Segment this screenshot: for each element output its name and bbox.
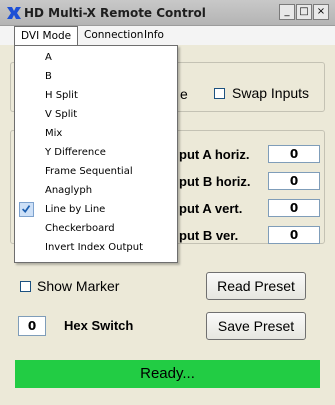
swap-inputs-label: Swap Inputs <box>232 85 310 101</box>
menu-info[interactable]: Info <box>138 26 170 45</box>
dvi-mode-item-line-by-line-label: Line by Line <box>45 204 106 215</box>
hex-switch-input[interactable]: 0 <box>18 316 46 336</box>
maximize-button[interactable]: □ <box>296 4 312 20</box>
menu-bar: DVI Mode Connection Info <box>0 26 335 46</box>
dvi-mode-item-line-by-line[interactable]: Line by Line <box>15 200 177 219</box>
dvi-mode-item-anaglyph[interactable]: Anaglyph <box>15 181 177 200</box>
dvi-mode-item-a[interactable]: A <box>15 48 177 67</box>
checkmark-icon <box>19 202 34 217</box>
dvi-mode-item-v-split[interactable]: V Split <box>15 105 177 124</box>
dvi-mode-item-frame-sequential[interactable]: Frame Sequential <box>15 162 177 181</box>
dvi-mode-item-mix[interactable]: Mix <box>15 124 177 143</box>
offset-label-a-horiz: put A horiz. <box>179 147 250 162</box>
swap-inputs-checkbox[interactable] <box>214 88 225 99</box>
minimize-button[interactable]: _ <box>279 4 295 20</box>
close-button[interactable]: × <box>313 4 329 20</box>
offset-b-horiz-input[interactable]: 0 <box>268 172 320 190</box>
window-title: HD Multi-X Remote Control <box>24 6 206 20</box>
app-window: HD Multi-X Remote Control _ □ × DVI Mode… <box>0 0 335 405</box>
dvi-mode-item-invert-index-output[interactable]: Invert Index Output <box>15 238 177 257</box>
title-bar[interactable]: HD Multi-X Remote Control _ □ × <box>0 0 335 26</box>
offset-label-b-horiz: put B horiz. <box>179 174 251 189</box>
dvi-mode-item-y-difference[interactable]: Y Difference <box>15 143 177 162</box>
save-preset-button[interactable]: Save Preset <box>206 312 306 340</box>
dvi-mode-item-checkerboard[interactable]: Checkerboard <box>15 219 177 238</box>
show-marker-checkbox[interactable] <box>20 281 31 292</box>
offset-b-vert-input[interactable]: 0 <box>268 226 320 244</box>
mode-label-partial: e <box>180 86 188 102</box>
status-bar: Ready... <box>15 360 320 388</box>
app-logo-icon <box>7 7 21 19</box>
hex-switch-label: Hex Switch <box>64 318 134 333</box>
dvi-mode-item-b[interactable]: B <box>15 67 177 86</box>
offset-a-horiz-input[interactable]: 0 <box>268 145 320 163</box>
menu-dvi-mode[interactable]: DVI Mode <box>14 26 79 46</box>
dvi-mode-dropdown: A B H Split V Split Mix Y Difference Fra… <box>14 45 178 263</box>
offset-a-vert-input[interactable]: 0 <box>268 199 320 217</box>
offset-label-a-vert: put A vert. <box>179 201 243 216</box>
read-preset-button[interactable]: Read Preset <box>206 272 306 300</box>
show-marker-label: Show Marker <box>37 278 120 294</box>
offset-label-b-vert: put B ver. <box>179 228 239 243</box>
dvi-mode-item-h-split[interactable]: H Split <box>15 86 177 105</box>
